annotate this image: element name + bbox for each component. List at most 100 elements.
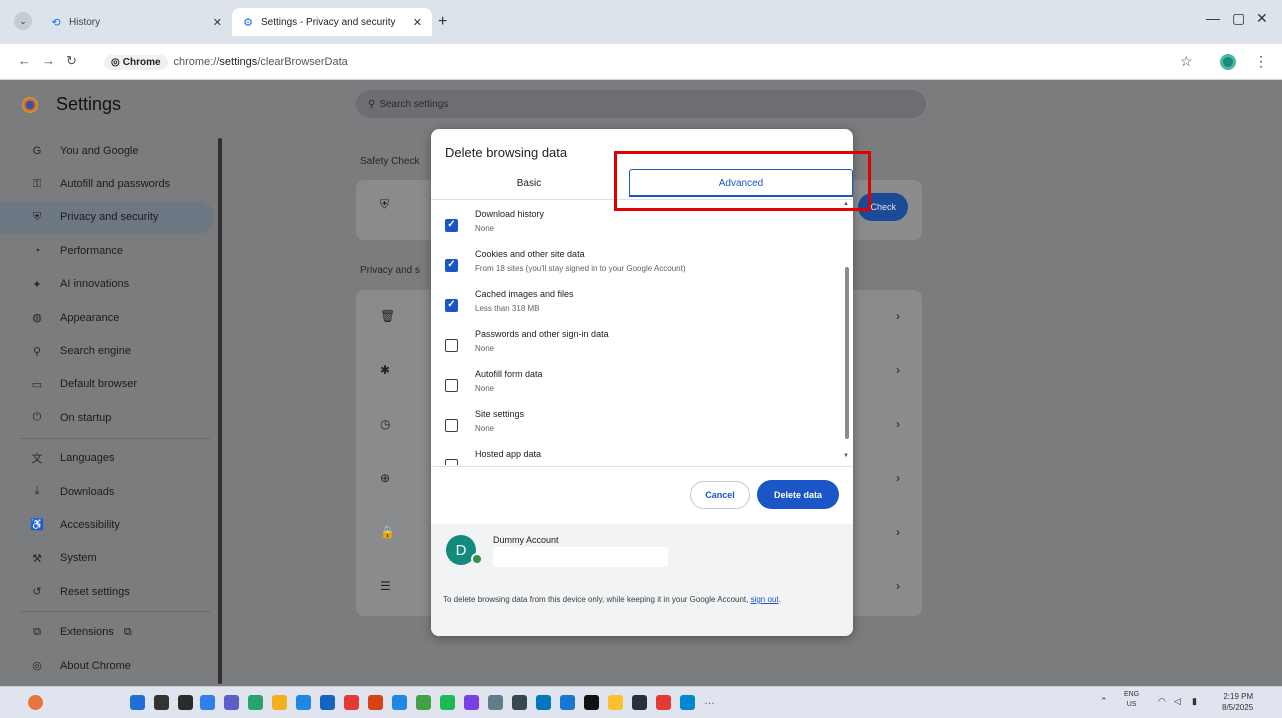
close-tab-icon[interactable]: ✕ [413,16,422,29]
sidebar-item-ai-innovations[interactable]: ✦ AI innovations [0,268,214,301]
widgets-icon[interactable] [200,695,215,710]
task-view-icon[interactable] [178,695,193,710]
checkbox-row[interactable]: ✓ Cached images and files Less than 318 MB [445,289,840,329]
list-scrollbar[interactable] [845,267,849,439]
teams-icon[interactable] [224,695,239,710]
chrome-logo-icon [22,96,38,113]
address-bar[interactable]: ◎ Chrome chrome://settings/clearBrowserDa… [104,50,1164,74]
checkbox-row[interactable]: ✓ Cookies and other site data From 18 site… [445,249,840,289]
overflow-icon[interactable]: … [704,695,719,710]
edge-icon[interactable] [680,695,695,710]
sidebar-item-privacy-and-security[interactable]: ⛨ Privacy and security [0,200,214,235]
sidebar-item-autofill-and-passwords[interactable]: ⚿ Autofill and passwords [0,167,214,200]
app-red-icon[interactable] [656,695,671,710]
checkbox[interactable]: ✓ [445,259,458,272]
search-icon: ⚲ [32,345,42,358]
chevron-right-icon[interactable]: › [896,471,900,485]
more-menu-icon[interactable]: ⋮ [1254,53,1268,70]
chrome-icon[interactable] [416,695,431,710]
close-window-button[interactable]: ✕ [1256,10,1268,27]
sidebar-item-downloads[interactable]: ⤓ Downloads [0,475,214,508]
checkbox[interactable]: ✓ [445,219,458,232]
profile-avatar[interactable] [1220,54,1236,70]
sidebar-item-about-chrome[interactable]: ◎ About Chrome [0,649,214,682]
checkbox[interactable] [445,419,458,432]
minimize-button[interactable]: — [1206,10,1220,26]
photos-icon[interactable] [296,695,311,710]
tab-basic[interactable]: Basic [431,169,627,197]
store-icon[interactable] [320,695,335,710]
chevron-right-icon[interactable]: › [896,363,900,377]
clock[interactable]: 2:19 PM 8/5/2025 [1222,691,1253,713]
search-icon[interactable] [154,695,169,710]
chrome-icon[interactable] [248,695,263,710]
back-icon[interactable]: ← [18,53,31,68]
search-input[interactable]: ⚲ Search settings [356,90,926,118]
checkbox-row[interactable]: Site settings None [445,409,840,449]
sidebar-item-accessibility[interactable]: ♿ Accessibility [0,508,214,541]
checkbox[interactable] [445,459,458,465]
gear-icon: ⚙ [243,16,253,29]
volume-icon[interactable]: ◁ [1174,696,1181,707]
copilot-icon[interactable] [28,695,43,710]
sidebar-item-system[interactable]: ⚒ System [0,542,214,575]
forward-icon[interactable]: → [42,53,55,68]
bookmark-star-icon[interactable]: ☆ [1180,53,1193,70]
chevron-right-icon[interactable]: › [896,525,900,539]
start-icon[interactable] [130,695,145,710]
sidebar-item-on-startup[interactable]: ⏻ On startup [0,401,214,434]
power-icon: ⏻ [32,411,42,424]
sidebar-item-reset-settings[interactable]: ↺ Reset settings [0,575,214,608]
terminal-icon[interactable] [632,695,647,710]
office-icon[interactable] [368,695,383,710]
tab-search-button[interactable]: ⌄ [14,12,32,30]
language-indicator[interactable]: ENG US [1124,690,1139,710]
sidebar-item-extensions[interactable]: ⧉ Extensions ⧉ [0,615,214,648]
checkbox[interactable] [445,379,458,392]
scroll-down-arrow-icon[interactable]: ▼ [843,453,849,459]
edge-icon[interactable] [392,695,407,710]
sidebar-item-performance[interactable]: ◔ Performance [0,234,214,267]
camera-icon[interactable] [512,695,527,710]
edge-icon[interactable] [464,695,479,710]
checkbox[interactable] [445,339,458,352]
file-explorer-icon[interactable] [272,695,287,710]
cancel-button[interactable]: Cancel [690,481,750,509]
sidebar-item-languages[interactable]: 文 Languages [0,442,214,475]
wifi-icon[interactable]: ◠ [1158,696,1166,707]
sign-out-link[interactable]: sign out [751,595,779,604]
new-tab-button[interactable]: + [438,13,447,31]
reload-icon[interactable]: ↻ [66,53,77,69]
ad-privacy-icon: ⊕ [380,471,391,485]
sidebar-item-label: You and Google [60,144,139,157]
chrome-icon[interactable] [608,695,623,710]
checkbox-row[interactable]: Autofill form data None [445,369,840,409]
sidebar-item-search-engine[interactable]: ⚲ Search engine [0,334,214,367]
tab-history[interactable]: ⟲ History ✕ [40,8,232,36]
obs-icon[interactable] [584,695,599,710]
sidebar-item-you-and-google[interactable]: G You and Google [0,134,214,167]
spotify-icon[interactable] [440,695,455,710]
site-chip[interactable]: ◎ Chrome [104,54,168,70]
settings-icon[interactable] [488,695,503,710]
checkbox-row[interactable]: Passwords and other sign-in data None [445,329,840,369]
close-tab-icon[interactable]: ✕ [213,16,222,29]
sidebar-item-default-browser[interactable]: ▭ Default browser [0,368,214,401]
checkbox-row[interactable]: ✓ Download history None [445,209,840,249]
chevron-right-icon[interactable]: › [896,417,900,431]
tab-settings[interactable]: ⚙ Settings - Privacy and security ✕ [232,8,432,36]
checkbox[interactable]: ✓ [445,299,458,312]
chevron-right-icon[interactable]: › [896,579,900,593]
checkbox-row[interactable]: Hosted app data [445,449,840,465]
maximize-button[interactable]: ▢ [1232,10,1245,27]
chevron-up-icon[interactable]: ⌃ [1100,696,1108,707]
vscode-icon[interactable] [560,695,575,710]
chrome-icon[interactable] [344,695,359,710]
chevron-right-icon[interactable]: › [896,309,900,323]
delete-data-button[interactable]: Delete data [757,480,839,509]
sidebar-item-appearance[interactable]: ◍ Appearance [0,301,214,334]
sidebar-scrollbar[interactable] [218,138,222,684]
edge-icon[interactable] [536,695,551,710]
battery-icon[interactable]: ▮ [1192,696,1197,707]
sign-out-note: To delete browsing data from this device… [443,595,781,604]
